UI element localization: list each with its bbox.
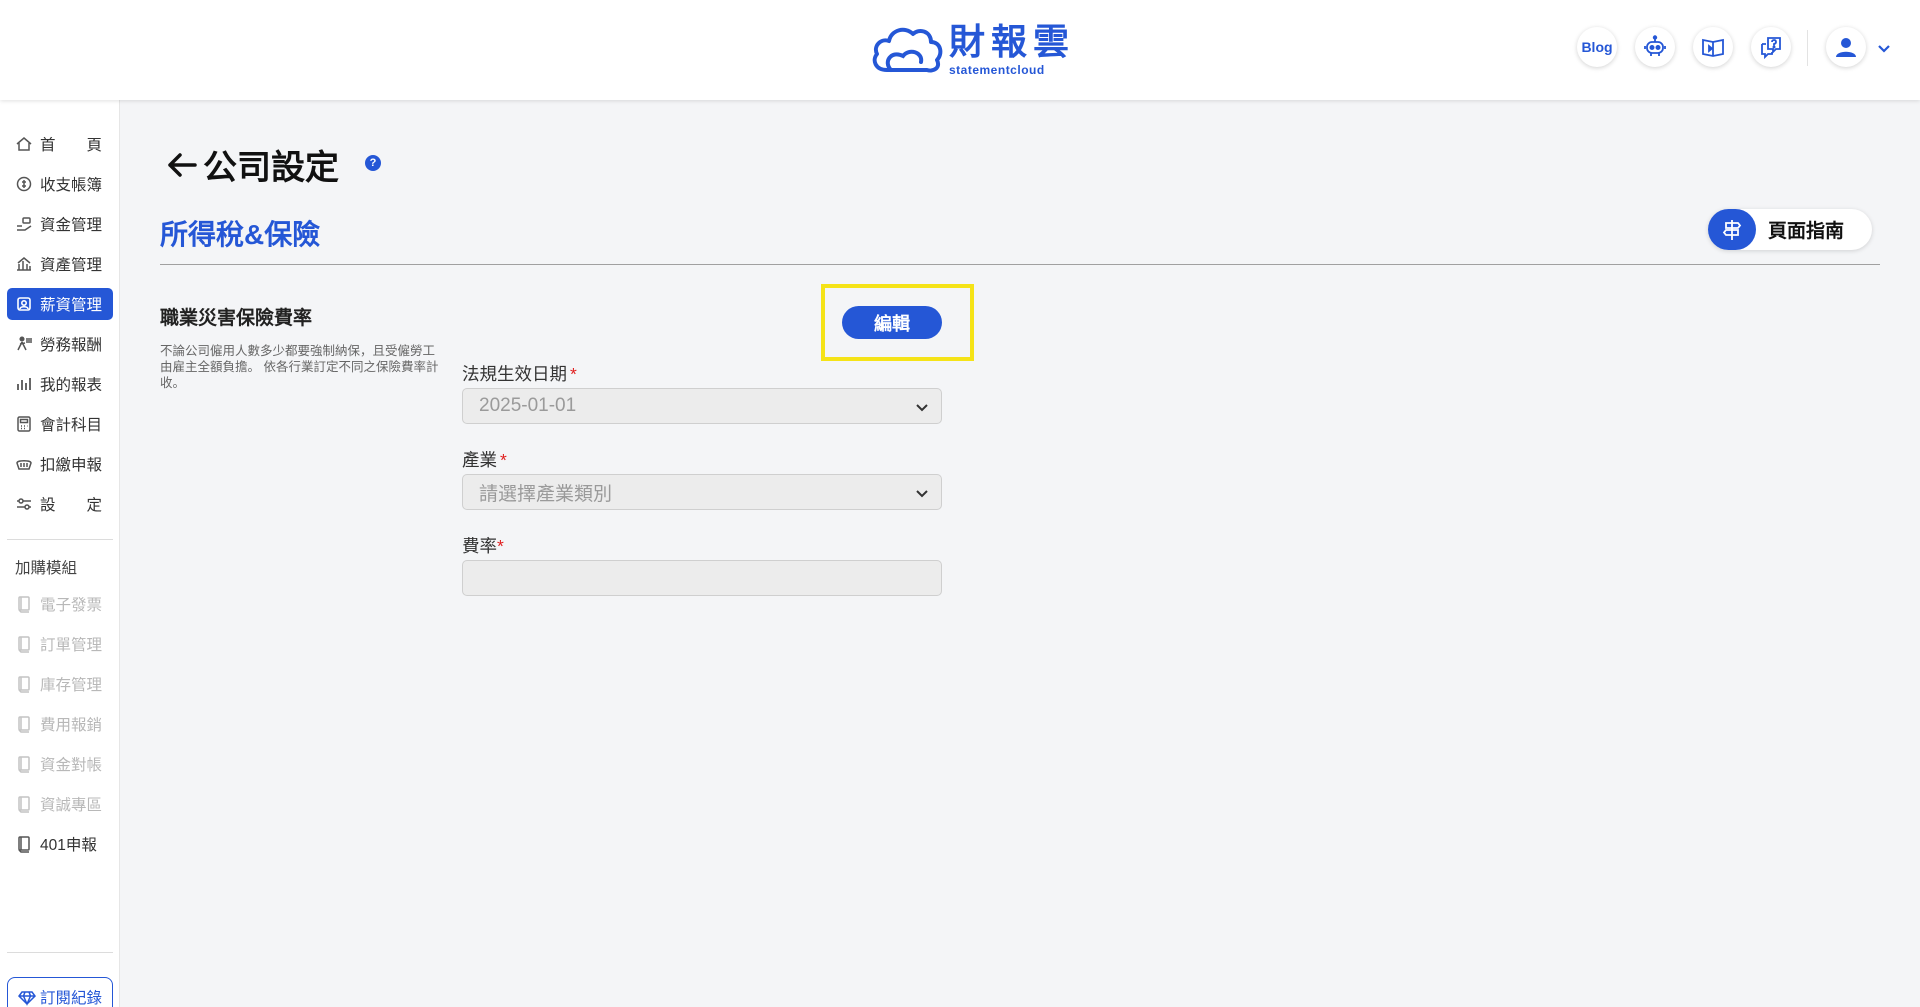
logo-subtext: statementcloud: [949, 63, 1045, 77]
sidebar-item-accounts[interactable]: 會計科目: [7, 408, 113, 440]
subscription-button[interactable]: 訂閱紀錄: [7, 977, 113, 1007]
sidebar-item-label: 薪資管理: [40, 297, 103, 314]
logo-text: 財報雲: [949, 22, 1076, 63]
help-chat-icon: [1761, 37, 1781, 60]
sidebar-item-label: 訂單管理: [40, 637, 103, 654]
industry-label: 產業 *: [462, 450, 507, 470]
section-divider: [160, 264, 1880, 265]
video-book-icon: [1702, 38, 1724, 57]
subscription-label: 訂閱紀錄: [39, 990, 102, 1007]
insurance-block-description: 不論公司僱用人數多少都要強制納保，且受僱勞工由雇主全額負擔。 依各行業訂定不同之…: [160, 344, 439, 390]
book-icon: [18, 596, 30, 613]
bar-chart-icon: [17, 378, 31, 390]
sidebar-divider: [7, 952, 113, 953]
diamond-icon: [17, 991, 36, 1006]
signpost-icon: [1708, 209, 1756, 250]
coin-icon: [16, 176, 32, 192]
building-icon: [17, 257, 31, 271]
sidebar-item-label: 收支帳簿: [40, 177, 103, 194]
book-icon: [18, 836, 30, 853]
money-hand-icon: [17, 217, 32, 231]
sidebar-item-settings[interactable]: 設定: [7, 488, 113, 520]
home-icon: [16, 137, 32, 151]
required-mark: *: [500, 450, 507, 470]
sidebar-item-label: 我的報表: [40, 377, 103, 394]
sidebar-divider: [7, 539, 113, 540]
sidebar-item-assets[interactable]: 資產管理: [7, 248, 113, 280]
edit-button[interactable]: 編輯: [842, 306, 942, 339]
page-title: 公司設定: [165, 140, 339, 189]
payroll-icon: [17, 297, 31, 311]
sidebar-item-labor[interactable]: 勞務報酬: [7, 328, 113, 360]
insurance-block-title: 職業災害保險費率: [160, 308, 313, 329]
back-arrow-icon[interactable]: [165, 148, 199, 182]
robot-icon: [1644, 35, 1666, 56]
sidebar-item-inventory[interactable]: 庫存管理: [7, 668, 113, 700]
sidebar-item-label: 費用報銷: [40, 717, 103, 734]
tax-icon: [16, 460, 32, 470]
sliders-icon: [17, 498, 31, 510]
page-guide-button[interactable]: 頁面指南: [1708, 209, 1872, 250]
chevron-down-icon: [916, 490, 928, 498]
sidebar: 首頁 收支帳簿 資金管理 資產管理 薪資管理 勞務報酬 我的報表 會計科目 扣繳…: [0, 100, 120, 1007]
top-header: 財報雲 statementcloud Blog: [0, 0, 1920, 100]
header-divider: [1807, 30, 1808, 66]
sidebar-item-label: 資金對帳: [40, 757, 103, 774]
sidebar-item-orders[interactable]: 訂單管理: [7, 628, 113, 660]
effective-date-value: 2025-01-01: [479, 395, 577, 416]
sidebar-item-label: 資產管理: [40, 257, 103, 274]
avatar[interactable]: [1826, 27, 1866, 67]
rate-input[interactable]: [462, 560, 942, 596]
sidebar-item-expenses[interactable]: 費用報銷: [7, 708, 113, 740]
page-guide-label: 頁面指南: [1768, 221, 1845, 242]
book-icon: [18, 676, 30, 693]
video-guide-button[interactable]: [1693, 27, 1733, 67]
sidebar-item-home[interactable]: 首頁: [7, 128, 113, 160]
sidebar-item-reconciliation[interactable]: 資金對帳: [7, 748, 113, 780]
sidebar-item-label: 設: [40, 497, 56, 514]
industry-placeholder: 請選擇產業類別: [479, 483, 613, 505]
sidebar-item-payroll[interactable]: 薪資管理: [7, 288, 113, 320]
rate-label: 費率*: [462, 536, 504, 556]
robot-button[interactable]: [1635, 27, 1675, 67]
sidebar-item-label: 會計科目: [40, 417, 103, 434]
effective-date-select[interactable]: 2025-01-01: [462, 388, 942, 424]
logo[interactable]: 財報雲 statementcloud: [869, 22, 1075, 78]
required-mark: *: [497, 536, 504, 556]
chevron-down-icon[interactable]: [1876, 40, 1892, 56]
sidebar-item-label: 電子發票: [40, 597, 103, 614]
page-title-text: 公司設定: [203, 149, 339, 187]
sidebar-item-ledger[interactable]: 收支帳簿: [7, 168, 113, 200]
help-icon[interactable]: ?: [365, 155, 381, 171]
sidebar-item-funds[interactable]: 資金管理: [7, 208, 113, 240]
sidebar-item-label: 扣繳申報: [40, 457, 103, 474]
required-mark: *: [570, 364, 577, 384]
book-icon: [18, 636, 30, 653]
sidebar-item-withholding[interactable]: 扣繳申報: [7, 448, 113, 480]
sidebar-item-label: 資誠專區: [40, 797, 103, 814]
effective-date-label: 法規生效日期 *: [462, 364, 577, 384]
sidebar-item-label: 資金管理: [40, 217, 103, 234]
user-icon: [1836, 38, 1856, 57]
section-title: 所得稅&保險: [160, 219, 321, 250]
calculator-icon: [17, 416, 31, 432]
cloud-logo-icon: [872, 27, 943, 73]
help-chat-button[interactable]: [1751, 27, 1791, 67]
sidebar-item-label: 庫存管理: [40, 677, 103, 694]
book-icon: [18, 756, 30, 773]
blog-button[interactable]: Blog: [1577, 27, 1617, 67]
sidebar-item-pwc[interactable]: 資誠專區: [7, 788, 113, 820]
sidebar-item-label: 勞務報酬: [40, 337, 103, 354]
sidebar-item-einvoice[interactable]: 電子發票: [7, 588, 113, 620]
book-icon: [18, 716, 30, 733]
sidebar-item-label: 401申報: [40, 837, 97, 854]
book-icon: [18, 796, 30, 813]
industry-select[interactable]: 請選擇產業類別: [462, 474, 942, 510]
worker-icon: [17, 336, 32, 351]
addon-section-title: 加購模組: [15, 560, 78, 577]
sidebar-item-label: 首: [40, 137, 56, 154]
sidebar-item-reports[interactable]: 我的報表: [7, 368, 113, 400]
chevron-down-icon: [916, 404, 928, 412]
sidebar-item-401[interactable]: 401申報: [7, 828, 113, 860]
